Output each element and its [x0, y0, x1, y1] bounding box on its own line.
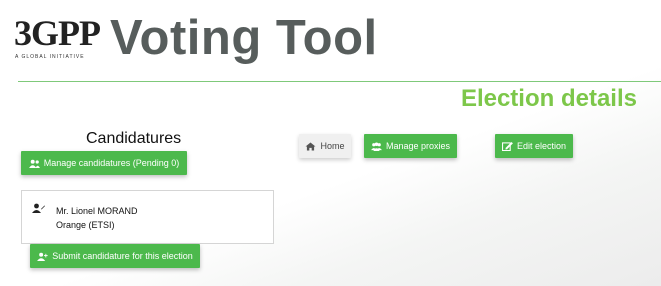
user-edit-icon — [32, 203, 45, 213]
logo-tagline: A GLOBAL INITIATIVE — [15, 54, 85, 60]
edit-icon — [501, 141, 513, 151]
candidate-organization: Orange (ETSI) — [56, 220, 115, 230]
edit-election-label: Edit election — [516, 141, 567, 151]
manage-candidatures-label: Manage candidatures (Pending 0) — [43, 158, 180, 168]
manage-proxies-button[interactable]: Manage proxies — [364, 134, 457, 158]
logo-text: 3GPP — [14, 13, 101, 53]
page-title: Election details — [460, 85, 637, 112]
candidate-card: Mr. Lionel MORAND Orange (ETSI) — [21, 190, 274, 244]
home-icon — [306, 141, 316, 151]
candidatures-heading: Candidatures — [86, 130, 182, 147]
edit-election-button[interactable]: Edit election — [495, 134, 573, 158]
user-plus-icon — [37, 252, 48, 261]
candidate-name: Mr. Lionel MORAND — [56, 206, 138, 216]
home-button[interactable]: Home — [299, 134, 351, 158]
users-icon — [28, 159, 40, 168]
submit-candidature-button[interactable]: Submit candidature for this election — [30, 244, 200, 268]
header-divider — [18, 81, 661, 82]
submit-candidature-label: Submit candidature for this election — [52, 251, 193, 261]
manage-proxies-label: Manage proxies — [385, 141, 451, 151]
app-title: Voting Tool — [110, 11, 378, 65]
manage-candidatures-button[interactable]: Manage candidatures (Pending 0) — [21, 151, 187, 175]
users-icon — [371, 141, 382, 151]
home-label: Home — [320, 141, 345, 151]
logo-3gpp: 3GPP A GLOBAL INITIATIVE — [14, 12, 104, 67]
